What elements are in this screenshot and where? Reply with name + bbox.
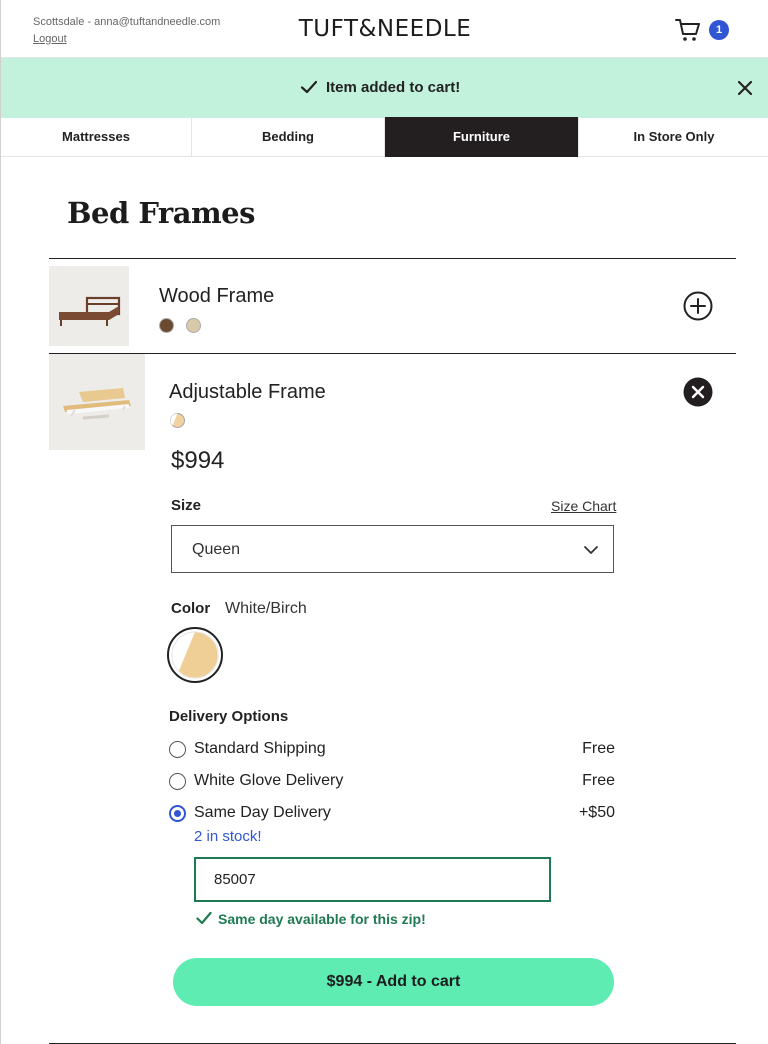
adjustable-frame-image[interactable] bbox=[49, 354, 145, 450]
brand-logo[interactable]: TUFT&NEEDLE bbox=[1, 16, 768, 42]
divider bbox=[49, 258, 736, 259]
delivery-option-label: White Glove Delivery bbox=[194, 772, 344, 789]
color-swatch-white-birch[interactable] bbox=[167, 627, 223, 683]
check-icon bbox=[300, 80, 318, 94]
color-value: White/Birch bbox=[225, 600, 307, 617]
check-icon bbox=[196, 911, 212, 925]
tab-in-store-only[interactable]: In Store Only bbox=[579, 117, 768, 157]
delivery-option-white-glove[interactable]: White Glove Delivery Free bbox=[169, 771, 615, 793]
wood-frame-illustration bbox=[49, 266, 129, 346]
site-header: Scottsdale - anna@tuftandneedle.com Logo… bbox=[1, 0, 768, 58]
collapse-close-icon[interactable] bbox=[683, 377, 713, 407]
product-name-adjustable-frame[interactable]: Adjustable Frame bbox=[169, 381, 326, 404]
tab-furniture[interactable]: Furniture bbox=[385, 117, 579, 157]
size-select-value: Queen bbox=[192, 541, 241, 558]
radio-standard-shipping[interactable] bbox=[169, 741, 186, 758]
page-title: Bed Frames bbox=[67, 196, 255, 230]
product-price: $994 bbox=[171, 447, 225, 474]
zip-code-input[interactable] bbox=[194, 857, 551, 902]
delivery-option-label: Same Day Delivery bbox=[194, 804, 331, 821]
size-select[interactable]: Queen bbox=[171, 525, 614, 573]
add-to-cart-button[interactable]: $994 - Add to cart bbox=[173, 958, 614, 1006]
size-label: Size bbox=[171, 497, 202, 514]
delivery-option-price: +$50 bbox=[578, 804, 615, 821]
radio-white-glove-delivery[interactable] bbox=[169, 773, 186, 790]
page-frame: Scottsdale - anna@tuftandneedle.com Logo… bbox=[0, 0, 768, 1044]
tab-bedding[interactable]: Bedding bbox=[192, 117, 385, 157]
delivery-option-label: Standard Shipping bbox=[194, 740, 326, 757]
toast-message: Item added to cart! bbox=[326, 79, 461, 96]
adjustable-frame-illustration bbox=[49, 354, 145, 450]
zip-confirmation: Same day available for this zip! bbox=[218, 911, 426, 927]
delivery-option-same-day[interactable]: Same Day Delivery +$50 bbox=[169, 803, 615, 825]
cart-count-badge[interactable]: 1 bbox=[709, 20, 729, 40]
divider bbox=[49, 353, 736, 354]
added-to-cart-toast: Item added to cart! bbox=[1, 58, 768, 118]
product-name-wood-frame[interactable]: Wood Frame bbox=[159, 285, 274, 308]
delivery-option-standard[interactable]: Standard Shipping Free bbox=[169, 739, 615, 761]
wood-frame-image[interactable] bbox=[49, 266, 129, 346]
close-icon[interactable] bbox=[735, 78, 755, 98]
delivery-options-label: Delivery Options bbox=[169, 708, 289, 725]
expand-plus-icon[interactable] bbox=[683, 291, 713, 321]
category-tabs: Mattresses Bedding Furniture In Store On… bbox=[1, 117, 768, 157]
radio-same-day-delivery[interactable] bbox=[169, 805, 186, 822]
cart-icon[interactable] bbox=[675, 17, 701, 43]
swatch-white-birch[interactable] bbox=[170, 413, 185, 428]
swatch-natural[interactable] bbox=[186, 318, 201, 333]
white-birch-swatch-graphic bbox=[171, 631, 219, 679]
color-label: Color bbox=[171, 600, 211, 617]
stock-notice: 2 in stock! bbox=[194, 828, 262, 845]
delivery-option-price: Free bbox=[582, 740, 615, 757]
tab-mattresses[interactable]: Mattresses bbox=[1, 117, 192, 157]
delivery-option-price: Free bbox=[582, 772, 615, 789]
swatch-walnut[interactable] bbox=[159, 318, 174, 333]
chevron-down-icon bbox=[584, 546, 598, 554]
size-chart-link[interactable]: Size Chart bbox=[551, 498, 616, 514]
